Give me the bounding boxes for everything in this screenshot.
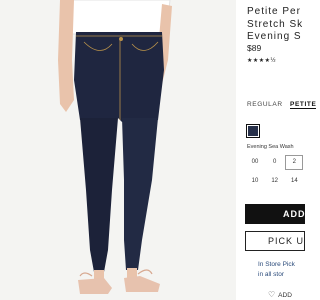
size-option-0[interactable]: 0 — [267, 156, 283, 169]
add-to-bag-button[interactable]: ADD — [245, 204, 305, 224]
size-option-10[interactable]: 10 — [247, 175, 263, 188]
size-option-14[interactable]: 14 — [286, 175, 302, 188]
product-image-illustration — [0, 0, 236, 300]
product-photo — [0, 0, 236, 300]
heart-icon: ♡ — [268, 290, 276, 299]
product-title-line: Evening S — [247, 31, 302, 42]
in-store-pickup-line: In Store Pick — [258, 261, 295, 268]
size-option-00[interactable]: 00 — [247, 156, 263, 169]
wishlist-label: ADD — [278, 292, 292, 299]
pick-up-in-store-button[interactable]: PICK U — [245, 231, 305, 251]
color-swatch-evening-sea-wash[interactable] — [246, 124, 260, 138]
rating-stars[interactable]: ★★★★½ — [247, 57, 276, 64]
size-option-2[interactable]: 2 — [285, 155, 304, 170]
product-title: Petite Per Stretch Sk Evening S — [247, 6, 307, 44]
add-to-wishlist-link[interactable]: ♡ ADD — [268, 290, 292, 299]
product-title-line: Petite Per — [247, 6, 301, 17]
in-store-pickup-line: in all stor — [258, 271, 285, 278]
size-row: 10 12 14 — [247, 175, 304, 188]
fit-selector: REGULAR PETITE — [247, 101, 320, 109]
fit-option-regular[interactable]: REGULAR — [247, 101, 283, 108]
fit-option-petite[interactable]: PETITE — [290, 101, 317, 109]
product-title-line: Stretch Sk — [247, 18, 304, 30]
size-row: 00 0 2 — [247, 155, 304, 170]
size-option-12[interactable]: 12 — [267, 175, 283, 188]
product-price: $89 — [247, 43, 262, 53]
in-store-pickup-note: In Store Pick in all stor — [258, 260, 295, 280]
selected-color-name: Evening Sea Wash — [247, 144, 294, 150]
size-grid: 00 0 2 10 12 14 — [247, 155, 304, 194]
